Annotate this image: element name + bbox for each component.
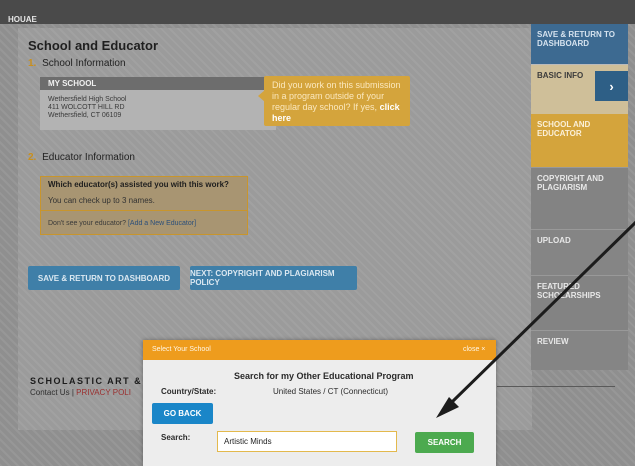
missing-educator-text: Don't see your educator? [Add a New Educ… xyxy=(48,220,196,227)
contact-us-link[interactable]: Contact Us xyxy=(30,388,70,397)
chevron-right-icon[interactable]: › xyxy=(595,71,628,101)
sidebar-item-save-return[interactable]: SAVE & RETURN TO DASHBOARD xyxy=(531,24,628,64)
page-title: School and Educator xyxy=(28,38,159,53)
country-state-value: United States / CT (Connecticut) xyxy=(273,387,389,396)
footer-links: Contact Us | PRIVACY POLI xyxy=(30,388,131,397)
step-label: School Information xyxy=(42,58,126,69)
divider xyxy=(40,210,248,211)
privacy-policy-link[interactable]: PRIVACY POLI xyxy=(76,388,131,397)
educator-question: Which educator(s) assisted you with this… xyxy=(48,180,229,189)
step-label: Educator Information xyxy=(42,152,135,163)
next-copyright-button[interactable]: NEXT: COPYRIGHT AND PLAGIARISM POLICY xyxy=(190,266,357,290)
modal-close-button[interactable]: close × xyxy=(463,346,485,353)
footer-separator: | xyxy=(71,388,74,397)
sidebar-item-featured-scholarships[interactable]: FEATURED SCHOLARSHIPS xyxy=(531,275,628,330)
add-educator-link[interactable]: [Add a New Educator] xyxy=(128,220,196,227)
footer-brand: SCHOLASTIC ART & W xyxy=(30,376,157,386)
educator-info-step: 2. Educator Information xyxy=(28,152,135,163)
sidebar-item-upload[interactable]: UPLOAD xyxy=(531,229,628,275)
school-address: 411 WOLCOTT HILL RD xyxy=(48,104,125,111)
footer-divider xyxy=(497,386,615,387)
save-and-return-button[interactable]: SAVE & RETURN TO DASHBOARD xyxy=(28,266,180,290)
sidebar-item-copyright[interactable]: COPYRIGHT AND PLAGIARISM xyxy=(531,167,628,229)
school-city: Wethersfield, CT 06109 xyxy=(48,112,122,119)
program-callout-text: Did you work on this submission in a pro… xyxy=(272,80,406,124)
missing-educator-prefix: Don't see your educator? xyxy=(48,220,126,227)
search-button[interactable]: SEARCH xyxy=(415,432,474,453)
top-bar xyxy=(0,0,635,24)
school-info-step: 1. School Information xyxy=(28,58,126,69)
school-search-input[interactable] xyxy=(217,431,397,452)
sidebar-item-school-educator[interactable]: SCHOOL AND EDUCATOR xyxy=(531,114,628,167)
go-back-button[interactable]: GO BACK xyxy=(152,403,213,424)
search-label: Search: xyxy=(161,433,191,442)
school-name: Wethersfield High School xyxy=(48,96,127,103)
step-number: 1. xyxy=(28,58,37,69)
sidebar-item-review[interactable]: REVIEW xyxy=(531,330,628,370)
country-state-label: Country/State: xyxy=(161,387,217,396)
educator-hint: You can check up to 3 names. xyxy=(48,196,155,205)
top-bar-label: HOUAE xyxy=(8,15,37,24)
modal-heading: Search for my Other Educational Program xyxy=(234,371,414,381)
step-number: 2. xyxy=(28,152,37,163)
modal-title: Select Your School xyxy=(152,346,211,353)
school-card-header: MY SCHOOL xyxy=(40,77,276,90)
